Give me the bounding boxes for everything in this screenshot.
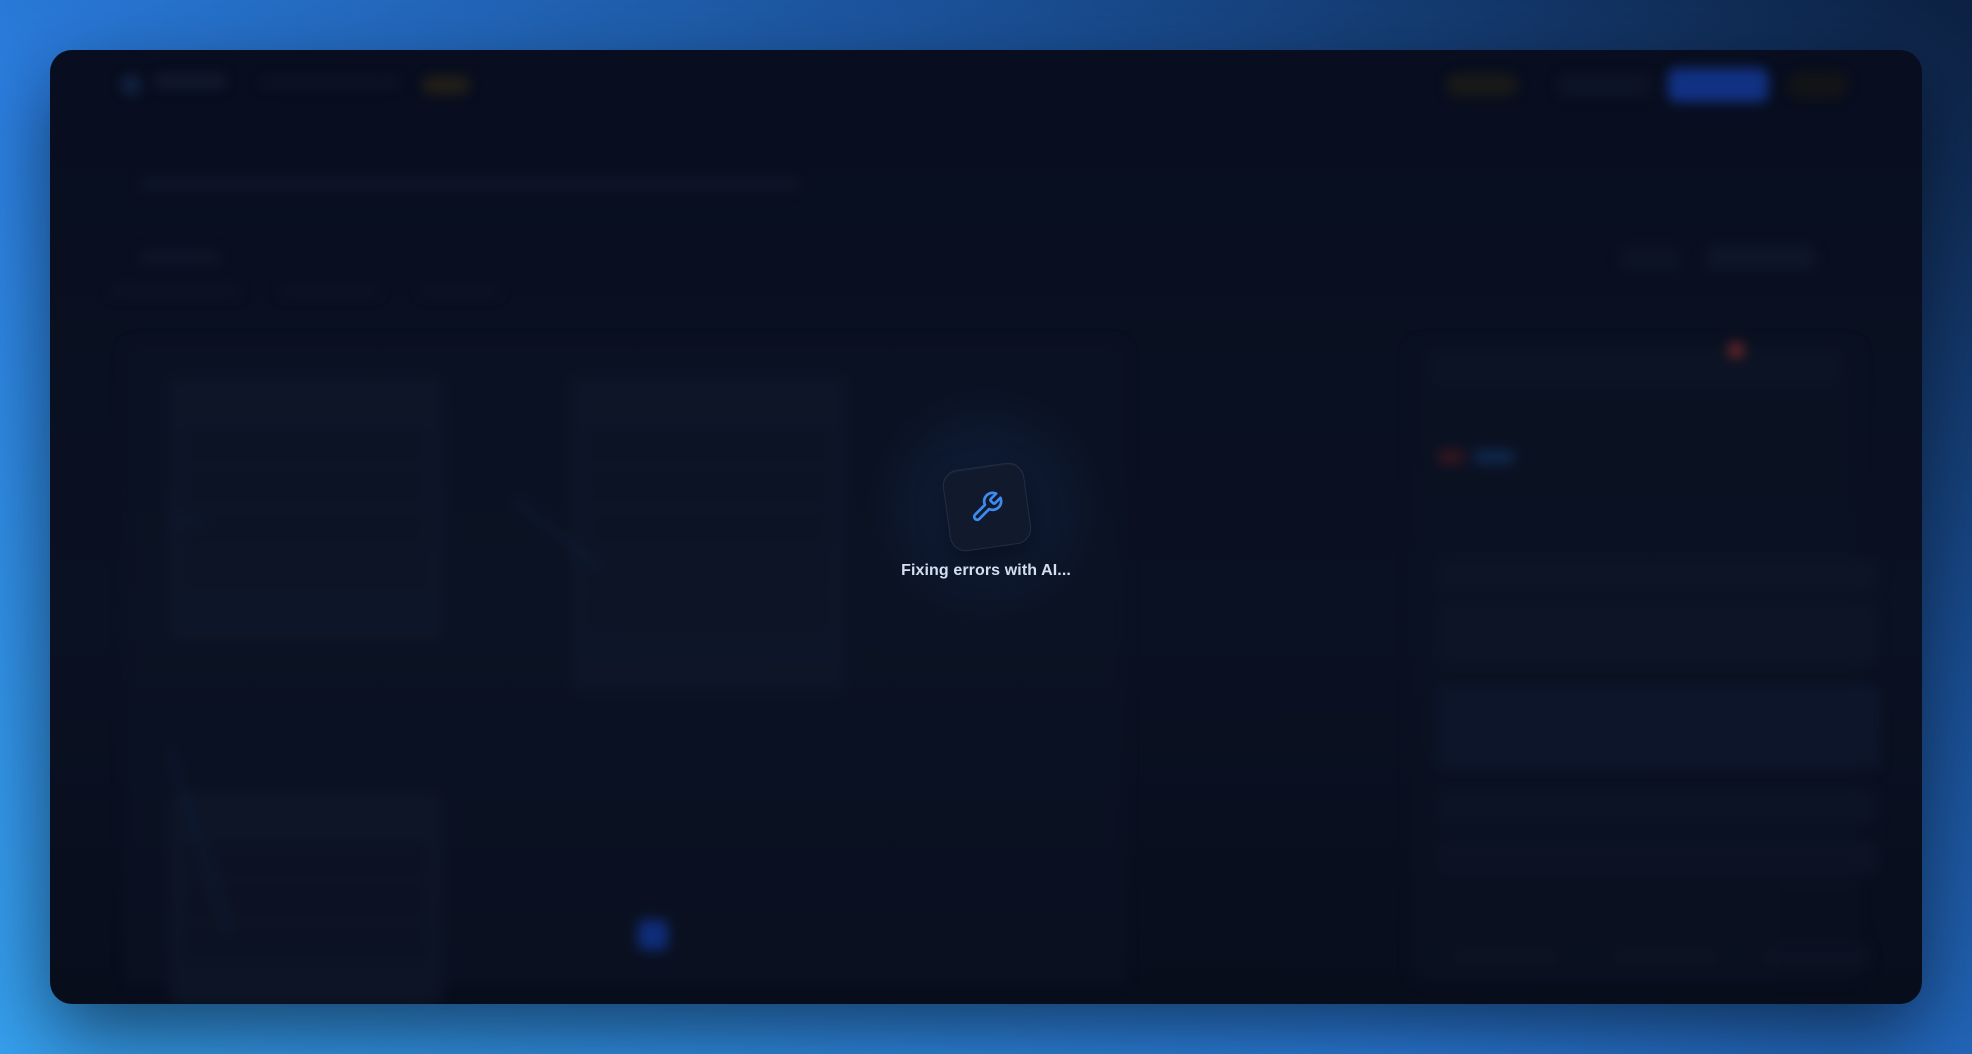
wrench-icon [972,491,1003,522]
loading-overlay: Fixing errors with AI... [0,0,1972,1054]
status-text: Fixing errors with AI... [901,562,1071,579]
status-icon-tile [940,460,1034,554]
